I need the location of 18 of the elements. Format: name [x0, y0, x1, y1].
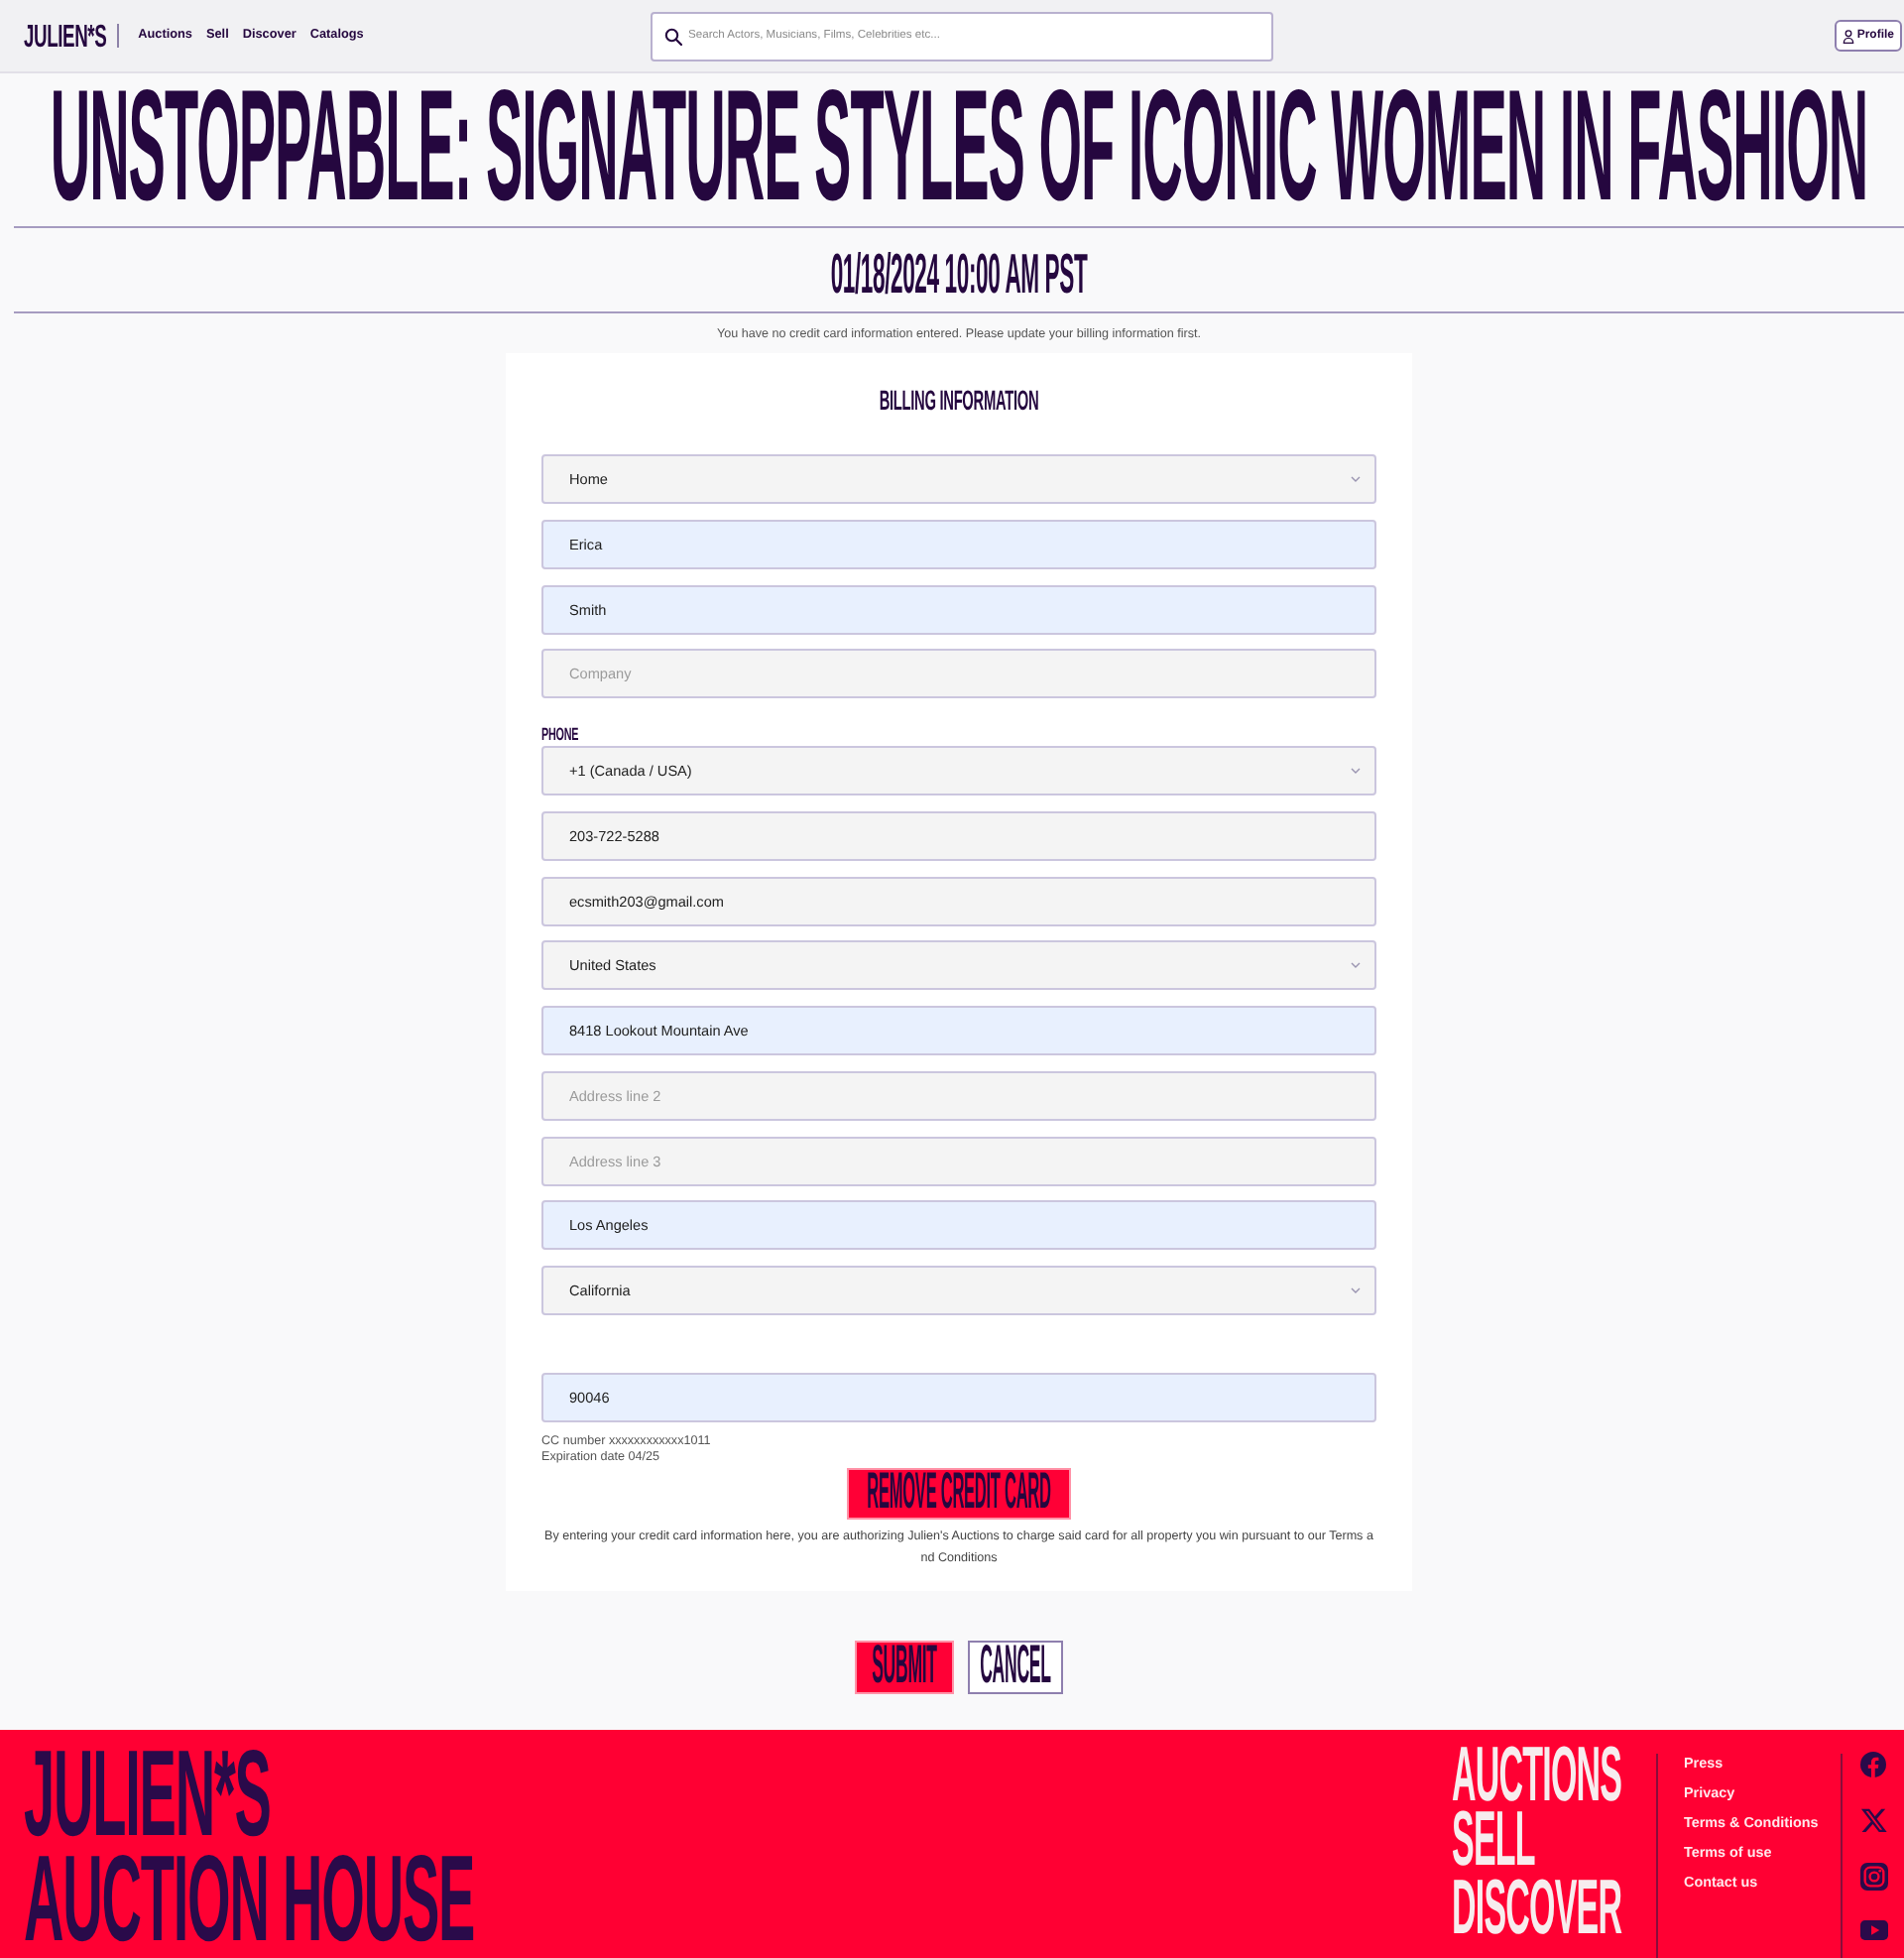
- x-icon[interactable]: [1859, 1806, 1887, 1834]
- remove-card-button[interactable]: REMOVE CREDIT CARD: [847, 1468, 1071, 1520]
- footer-logo: JULIEN*S AUCTION HOUSE: [24, 1744, 475, 1952]
- logo[interactable]: JULIEN*S: [24, 20, 107, 52]
- facebook-icon[interactable]: [1860, 1752, 1886, 1777]
- youtube-icon[interactable]: [1859, 1919, 1887, 1939]
- search-icon: [664, 27, 682, 45]
- chevron-down-icon: [1351, 962, 1361, 969]
- auction-title: UNSTOPPABLE: SIGNATURE STYLES OF ICONIC WOMEN IN FASHION: [50, 81, 1868, 216]
- instagram-icon[interactable]: [1859, 1863, 1887, 1891]
- chevron-down-icon: [1351, 476, 1361, 482]
- phone-label: PHONE: [541, 730, 579, 746]
- user-icon: [1843, 29, 1855, 43]
- billing-heading: BILLING INFORMATION: [879, 391, 1039, 415]
- chevron-down-icon: [1351, 1287, 1361, 1293]
- submit-button[interactable]: SUBMIT: [855, 1641, 954, 1694]
- chevron-down-icon: [1351, 768, 1361, 774]
- cancel-button[interactable]: CANCEL: [968, 1641, 1063, 1694]
